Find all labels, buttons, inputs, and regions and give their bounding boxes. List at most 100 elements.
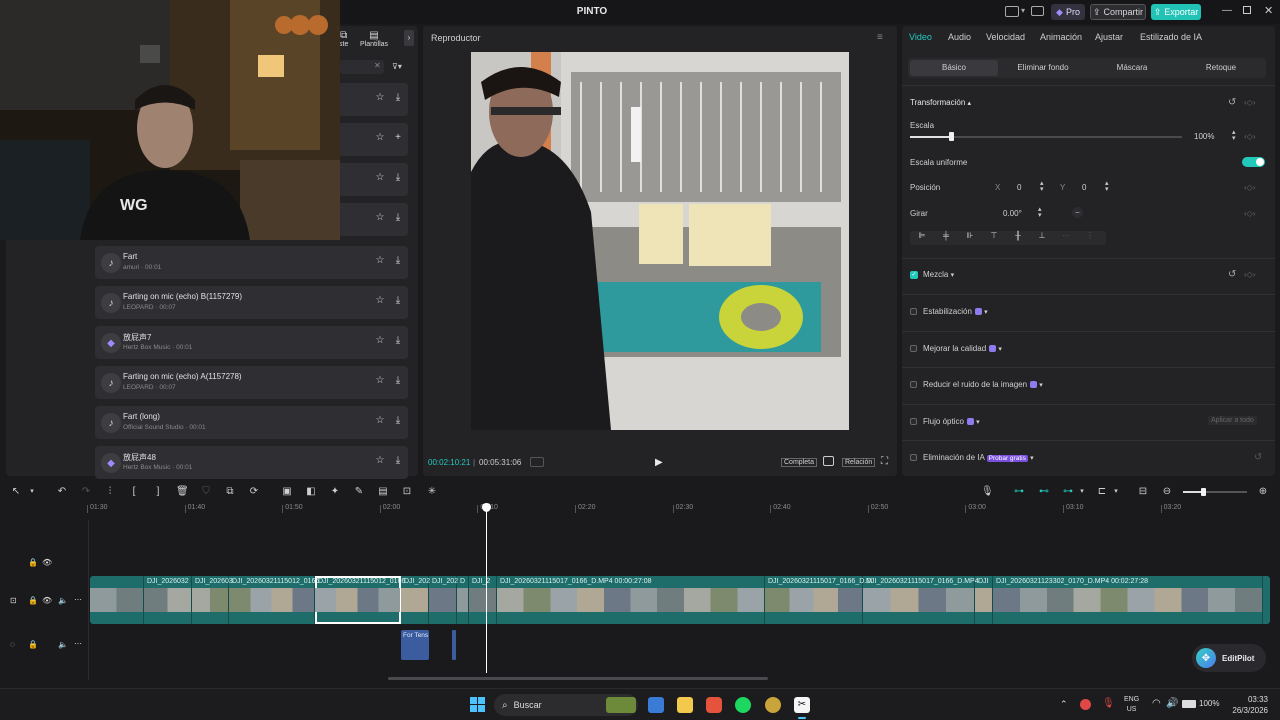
download-icon[interactable]: ⤓ (391, 212, 405, 226)
align-center-v-icon[interactable]: ╫ (1006, 231, 1030, 245)
battery-icon[interactable] (1182, 700, 1196, 708)
tabs-more-button[interactable]: › (404, 30, 414, 46)
lock-icon[interactable]: 🔒 (28, 558, 38, 567)
video-clip[interactable]: DJI_20260321115012_0166 (315, 576, 405, 624)
video-clip[interactable]: D (457, 576, 469, 624)
add-icon[interactable]: + (391, 132, 405, 146)
subtab-0[interactable]: Básico (910, 60, 998, 76)
zoom-slider[interactable] (1183, 488, 1247, 496)
player-menu-icon[interactable]: ≡ (877, 32, 883, 43)
trim-right-icon[interactable]: ] (152, 486, 164, 498)
list-item[interactable]: ♪ Fart (long) Official Sound Studio · 00:0… (95, 406, 408, 439)
chevron-down-icon[interactable]: ▾ (1021, 6, 1025, 15)
delete-icon[interactable]: 🗑 (176, 486, 189, 498)
store-icon[interactable] (648, 697, 664, 713)
keyframe-nav-icon[interactable]: ‹◇› (1244, 183, 1255, 192)
volume-icon[interactable]: 🔊 (1166, 698, 1178, 709)
tab-partial[interactable]: ⧉ ste (339, 30, 348, 48)
chevron-up-icon[interactable]: ⌃ (1060, 699, 1068, 710)
snap-icon[interactable]: ⊶ (1062, 486, 1074, 498)
share-button[interactable]: ⇪ Compartir (1090, 4, 1146, 20)
capcut-icon[interactable]: ✂ (794, 697, 810, 713)
zoom-in-icon[interactable]: ⊕ (1257, 486, 1269, 498)
speaker-icon[interactable]: 🔈 (58, 596, 68, 605)
freeze-icon[interactable]: ✳ (426, 486, 438, 498)
more-icon[interactable]: ⋯ (74, 595, 82, 604)
export-button[interactable]: ⇪ Exportar (1151, 4, 1201, 20)
rotate-value[interactable]: 0.00° (1003, 209, 1022, 218)
chevron-down-icon[interactable]: ▾ (26, 486, 38, 498)
video-preview[interactable] (471, 52, 849, 430)
select-tool-icon[interactable]: ↖ (10, 486, 22, 498)
list-item[interactable]: ♪ Farting on mic (echo) B(1157279) LEOPARD… (95, 286, 408, 319)
download-icon[interactable]: ⤓ (391, 172, 405, 186)
align-left-icon[interactable]: ⊫ (910, 231, 934, 245)
brave-icon[interactable] (706, 697, 722, 713)
rotate-dial-icon[interactable]: – (1072, 207, 1083, 218)
tray-app-icon[interactable] (1080, 699, 1091, 710)
star-icon[interactable]: ☆ (373, 172, 387, 186)
keyframe-nav-icon[interactable]: ‹◇› (1244, 209, 1255, 218)
quality-checkbox[interactable] (910, 345, 917, 352)
align-top-icon[interactable]: ⊤ (982, 231, 1006, 245)
ratio-button[interactable]: Relación (842, 458, 876, 467)
pro-button[interactable]: ◆ Pro (1051, 4, 1085, 20)
star-icon[interactable]: ☆ (373, 212, 387, 226)
zoom-slider-handle[interactable] (1201, 488, 1206, 496)
magic-icon[interactable]: ✦ (329, 486, 341, 498)
minimize-button[interactable]: — (1222, 5, 1232, 16)
scale-slider-handle[interactable] (948, 132, 954, 141)
download-icon[interactable]: ⤓ (391, 415, 405, 429)
play-button[interactable]: ▶ (655, 457, 663, 468)
transition-icon[interactable]: ◧ (305, 486, 317, 498)
video-clip[interactable]: DJI_2026032 (144, 576, 192, 624)
ai-remove-checkbox[interactable] (910, 454, 917, 461)
cover-icon[interactable]: ⊡ (10, 596, 17, 605)
reset-icon[interactable]: ↺ (1228, 269, 1236, 280)
download-icon[interactable]: ⤓ (391, 375, 405, 389)
video-clip[interactable]: DJI_202 (429, 576, 458, 624)
tab-templates[interactable]: ▤ Plantillas (360, 30, 388, 48)
tab-ajustar[interactable]: Ajustar (1095, 32, 1123, 42)
magnet-icon[interactable]: ⊷ (1038, 486, 1050, 498)
redo-icon[interactable]: ↷ (80, 486, 92, 498)
reset-icon[interactable]: ↺ (1254, 452, 1262, 463)
image-icon[interactable]: ⊡ (401, 486, 413, 498)
horizontal-scrollbar[interactable] (388, 677, 768, 680)
video-clip[interactable]: DJI_202603 (192, 576, 233, 624)
layout-icon[interactable] (1005, 6, 1019, 17)
keyboard-icon[interactable] (1031, 6, 1044, 16)
scale-value[interactable]: 100% (1194, 132, 1214, 141)
lang-indicator[interactable]: ENG US (1124, 695, 1139, 715)
stepper-icon[interactable]: ▴ ▾ (1040, 180, 1044, 193)
star-icon[interactable]: ☆ (373, 415, 387, 429)
star-icon[interactable]: ☆ (373, 375, 387, 389)
editpilot-button[interactable]: ✥ EditPilot (1192, 644, 1266, 672)
stepper-icon[interactable]: ▴ ▾ (1232, 129, 1236, 142)
video-clip[interactable]: DJI_20260321115012_0166 (229, 576, 319, 624)
list-item[interactable]: ♪ Farting on mic (echo) A(1157278) LEOPARD… (95, 366, 408, 399)
video-clip[interactable]: DJI_20260321115017_0166_D.MP4 00:00:27:0… (497, 576, 765, 624)
chevron-down-icon[interactable]: ▾ (1110, 486, 1122, 498)
star-icon[interactable]: ☆ (373, 132, 387, 146)
game-icon[interactable] (765, 697, 781, 713)
folder-icon[interactable] (677, 697, 693, 713)
split-icon[interactable]: ⫶ (104, 486, 116, 498)
download-icon[interactable]: ⤓ (391, 295, 405, 309)
stabilize-checkbox[interactable] (910, 308, 917, 315)
align-bottom-icon[interactable]: ⊥ (1030, 231, 1054, 245)
undo-icon[interactable]: ↶ (56, 486, 68, 498)
screenshot-icon[interactable] (823, 456, 834, 466)
clear-icon[interactable]: ✕ (374, 61, 381, 70)
audio-clip[interactable]: For Tens (401, 630, 429, 660)
list-item[interactable]: ♪ Fart amuri · 00:01 ☆ ⤓ (95, 246, 408, 279)
spotify-icon[interactable] (735, 697, 751, 713)
scale-slider[interactable] (910, 132, 1182, 141)
align-right-icon[interactable]: ⊪ (958, 231, 982, 245)
flow-checkbox[interactable] (910, 418, 917, 425)
noise-checkbox[interactable] (910, 381, 917, 388)
chevron-down-icon[interactable]: ▾ (1076, 486, 1088, 498)
shield-icon[interactable]: ⛉ (200, 486, 212, 498)
speaker-icon[interactable]: 🔈 (58, 640, 68, 649)
keyframe-nav-icon[interactable]: ‹◇› (1244, 132, 1255, 141)
